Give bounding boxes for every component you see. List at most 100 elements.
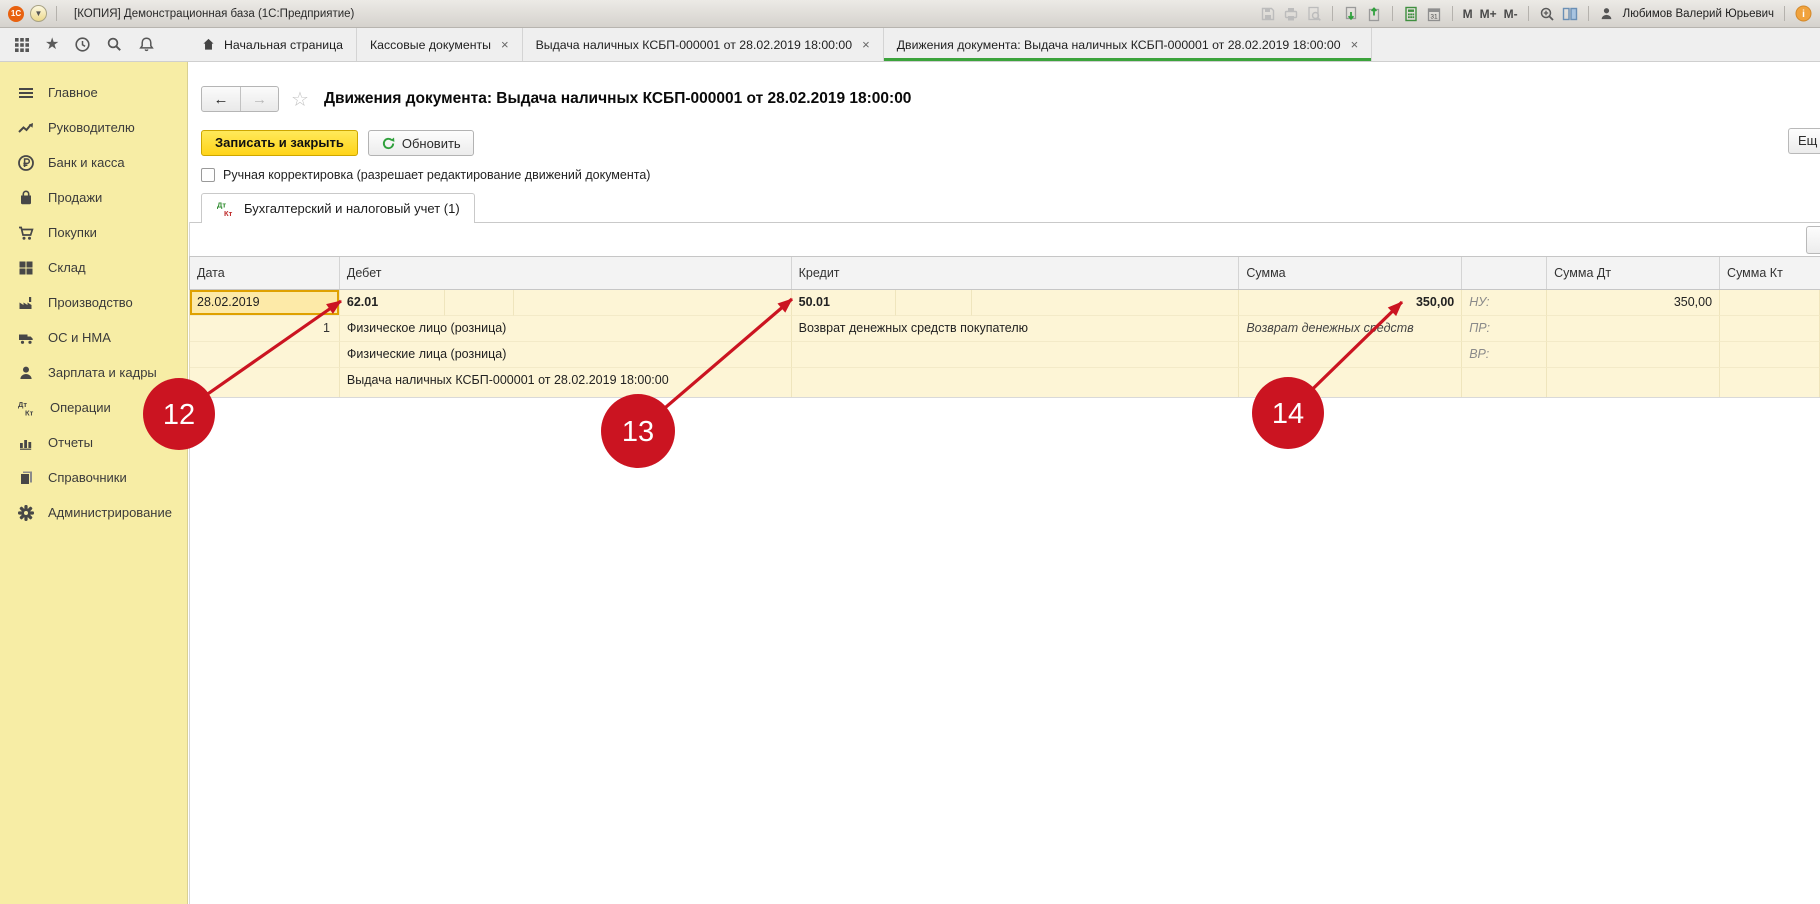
sidebar-item-payroll-hr[interactable]: Зарплата и кадры [0, 355, 187, 390]
apps-grid-icon[interactable] [14, 37, 30, 53]
notifications-icon[interactable] [138, 36, 155, 53]
cell-empty[interactable] [190, 368, 340, 397]
cell-content[interactable]: Возврат денежных средств [1239, 316, 1462, 342]
sidebar-item-main[interactable]: Главное [0, 75, 187, 110]
sidebar-item-directories[interactable]: Справочники [0, 460, 187, 495]
cell-amount-dt-vr[interactable] [1547, 342, 1720, 368]
refresh-label: Обновить [402, 136, 461, 151]
refresh-button[interactable]: Обновить [368, 130, 474, 156]
sidebar-item-manager[interactable]: Руководителю [0, 110, 187, 145]
close-icon[interactable]: × [501, 37, 509, 52]
save-and-close-button[interactable]: Записать и закрыть [201, 130, 358, 156]
tab-home[interactable]: Начальная страница [188, 28, 357, 61]
cell-amount[interactable]: 350,00 [1239, 290, 1462, 316]
cell-empty[interactable] [190, 342, 340, 368]
main-menu-dropdown-button[interactable]: ▼ [30, 5, 47, 22]
more-actions-button[interactable]: Ещ [1788, 128, 1820, 154]
tab-document-movements[interactable]: Движения документа: Выдача наличных КСБП… [884, 28, 1372, 61]
memory-m-plus-button[interactable]: M+ [1480, 7, 1497, 21]
print-preview-icon[interactable] [1306, 6, 1322, 22]
cell-empty[interactable] [1547, 368, 1720, 397]
column-header-debit: Дебет [340, 257, 792, 289]
cell-empty[interactable] [1239, 342, 1462, 368]
open-file-icon[interactable] [1343, 6, 1359, 22]
cell-credit-subconto-1[interactable]: Возврат денежных средств покупателю [792, 316, 1240, 342]
split-window-icon[interactable] [1562, 6, 1578, 22]
home-icon [201, 37, 216, 52]
manual-adjustment-checkbox[interactable] [201, 168, 215, 182]
cell-credit-subconto-2[interactable] [792, 342, 1240, 368]
sidebar-item-label: Руководителю [48, 120, 135, 135]
sidebar-item-administration[interactable]: Администрирование [0, 495, 187, 530]
sidebar-item-fixed-assets[interactable]: ОС и НМА [0, 320, 187, 355]
back-button[interactable]: ← [202, 87, 240, 111]
sidebar-item-bank-cash[interactable]: Банк и касса [0, 145, 187, 180]
search-icon[interactable] [106, 36, 123, 53]
tab-label: Движения документа: Выдача наличных КСБП… [897, 38, 1341, 52]
svg-text:i: i [1802, 9, 1805, 20]
sidebar-item-production[interactable]: Производство [0, 285, 187, 320]
favorites-star-icon[interactable]: ★ [45, 37, 59, 53]
info-icon[interactable]: i [1795, 5, 1812, 22]
memory-m-minus-button[interactable]: M- [1504, 7, 1518, 21]
trend-chart-icon [17, 119, 35, 137]
cell-amount-kt-vr[interactable] [1720, 342, 1820, 368]
cell-debit-subconto-2[interactable]: Физические лица (розница) [340, 342, 792, 368]
cell-debit-extra1[interactable] [445, 290, 514, 316]
current-user-button[interactable]: Любимов Валерий Юрьевич [1623, 8, 1774, 20]
sidebar-item-sales[interactable]: Продажи [0, 180, 187, 215]
sidebar-item-label: Операции [50, 400, 111, 415]
column-header-tax [1462, 257, 1547, 289]
cell-credit-account[interactable]: 50.01 [792, 290, 896, 316]
cell-empty[interactable] [1720, 368, 1820, 397]
calculator-icon[interactable] [1403, 6, 1419, 22]
page-nav-row: ← → ☆ Движения документа: Выдача наличны… [201, 86, 911, 112]
sidebar-item-operations[interactable]: ДтКт Операции [0, 390, 187, 425]
cell-credit-extra1[interactable] [896, 290, 972, 316]
cell-tax-label-vr[interactable]: ВР: [1462, 342, 1547, 368]
memory-m-button[interactable]: M [1463, 7, 1473, 21]
tab-accounting-tax-register[interactable]: ДтКт Бухгалтерский и налоговый учет (1) [201, 193, 475, 223]
save-icon[interactable] [1260, 6, 1276, 22]
tab-cash-documents[interactable]: Кассовые документы × [357, 28, 523, 61]
sidebar-item-warehouse[interactable]: Склад [0, 250, 187, 285]
sidebar-item-reports[interactable]: Отчеты [0, 425, 187, 460]
cell-empty[interactable] [1462, 368, 1547, 397]
favorite-star-icon[interactable]: ☆ [291, 87, 309, 112]
app-logo-icon: 1С [8, 6, 24, 22]
column-header-credit: Кредит [792, 257, 1240, 289]
tab-cash-withdrawal-document[interactable]: Выдача наличных КСБП-000001 от 28.02.201… [523, 28, 884, 61]
dt-kt-icon: ДтКт [17, 399, 37, 417]
sidebar-item-label: Главное [48, 85, 98, 100]
zoom-icon[interactable] [1539, 6, 1555, 22]
table-more-button[interactable] [1806, 226, 1820, 254]
divider [1784, 6, 1785, 21]
sidebar-item-purchases[interactable]: Покупки [0, 215, 187, 250]
cell-amount-kt-pr[interactable] [1720, 316, 1820, 342]
cell-line-number[interactable]: 1 [190, 316, 340, 342]
sidebar-item-label: Производство [48, 295, 133, 310]
cell-amount-kt-nu[interactable] [1720, 290, 1820, 316]
column-header-sum-dt: Сумма Дт [1547, 257, 1720, 289]
print-icon[interactable] [1283, 6, 1299, 22]
cell-date[interactable]: 28.02.2019 [190, 290, 340, 316]
person-icon [17, 364, 35, 382]
cell-debit-subconto-3[interactable]: Выдача наличных КСБП-000001 от 28.02.201… [340, 368, 792, 397]
cell-empty[interactable] [1239, 368, 1462, 397]
cell-amount-dt-nu[interactable]: 350,00 [1547, 290, 1720, 316]
cell-amount-dt-pr[interactable] [1547, 316, 1720, 342]
cell-debit-subconto-1[interactable]: Физическое лицо (розница) [340, 316, 792, 342]
cell-credit-subconto-3[interactable] [792, 368, 1240, 397]
cell-debit-extra2[interactable] [514, 290, 792, 316]
cell-tax-label-nu[interactable]: НУ: [1462, 290, 1547, 316]
calendar-icon[interactable]: 31 [1426, 6, 1442, 22]
cell-tax-label-pr[interactable]: ПР: [1462, 316, 1547, 342]
ruble-coin-icon [17, 154, 35, 172]
cell-credit-extra2[interactable] [972, 290, 1240, 316]
close-icon[interactable]: × [862, 37, 870, 52]
save-file-icon[interactable] [1366, 6, 1382, 22]
close-icon[interactable]: × [1351, 37, 1359, 52]
history-icon[interactable] [74, 36, 91, 53]
forward-button[interactable]: → [240, 87, 278, 111]
cell-debit-account[interactable]: 62.01 [340, 290, 445, 316]
